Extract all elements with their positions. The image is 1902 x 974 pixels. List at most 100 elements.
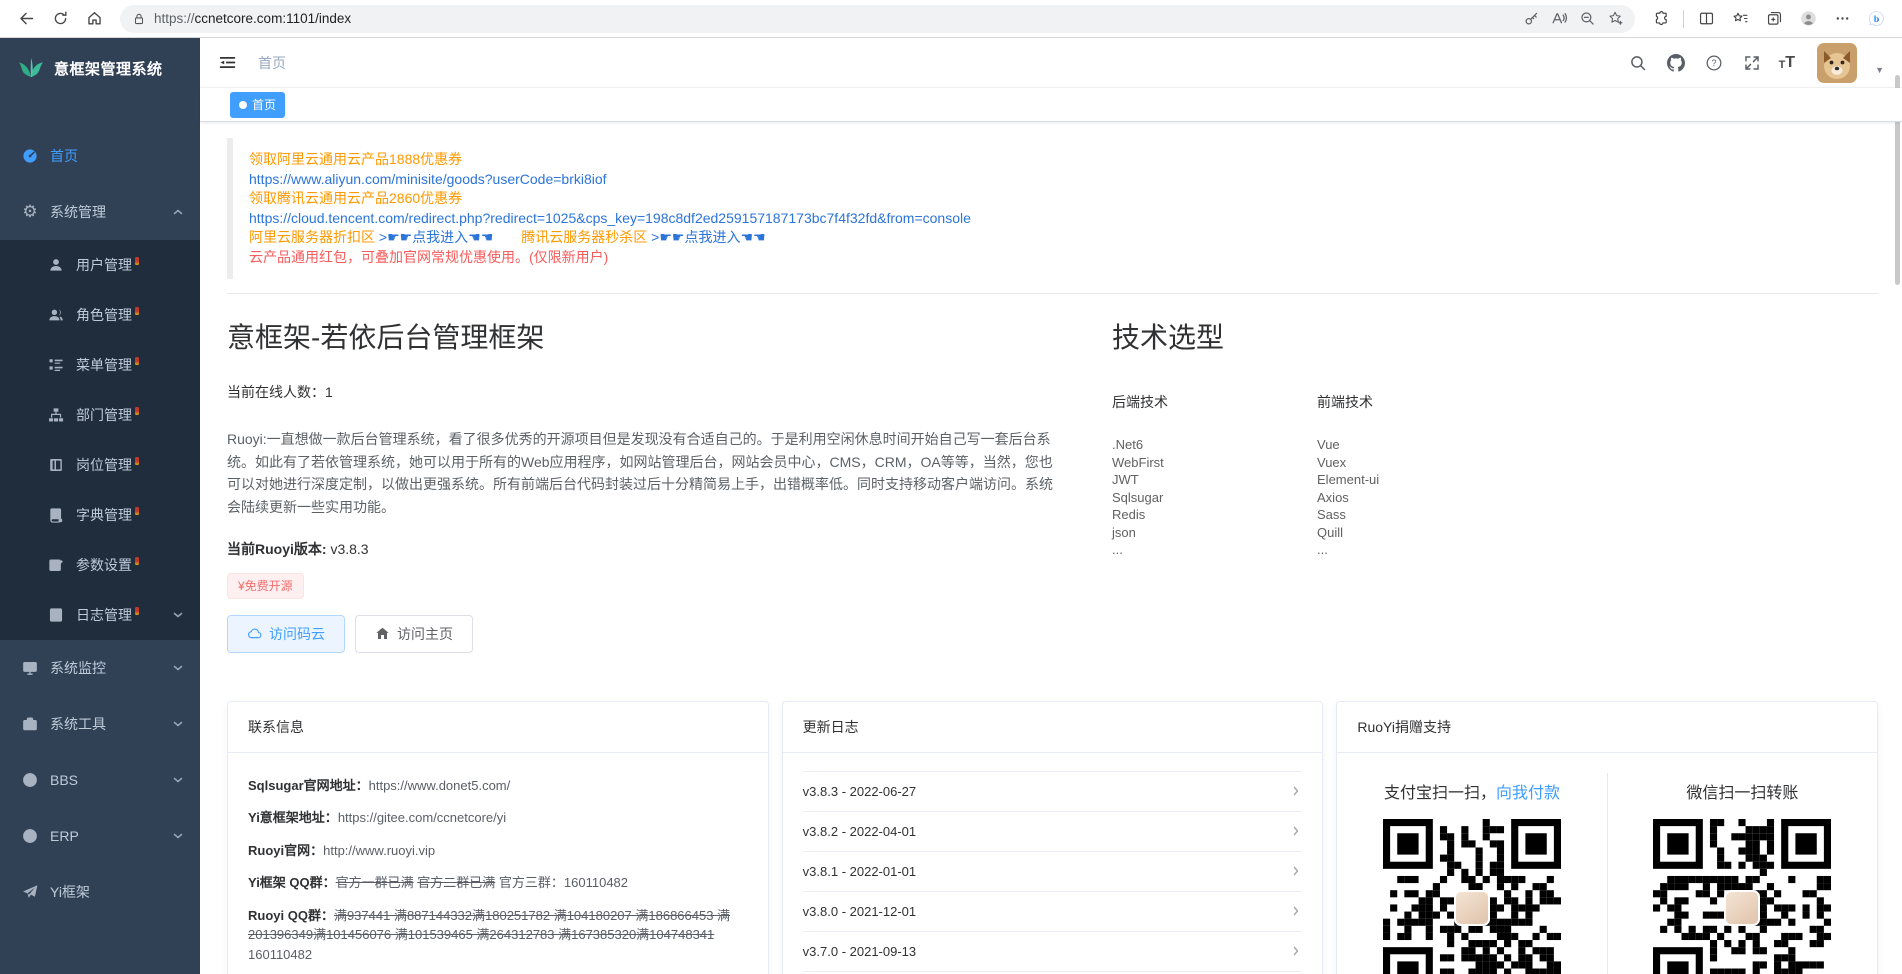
page-title: 意框架-若依后台管理框架 xyxy=(227,316,1054,356)
sidebar-menu: 首页⚙系统管理用户管理角色管理菜单管理部门管理岗位管理字典管理参数设置日志管理系… xyxy=(0,98,200,920)
donation-card-title: RuoYi捐赠支持 xyxy=(1337,702,1877,753)
tab-home[interactable]: 首页 xyxy=(230,92,285,118)
sidebar-item-erp[interactable]: ERP xyxy=(0,808,200,864)
cloud-icon xyxy=(247,626,262,641)
sidebar-item-param-settings[interactable]: 参数设置 xyxy=(0,540,200,590)
chevron-up-icon xyxy=(172,206,184,218)
fullscreen-icon[interactable] xyxy=(1741,52,1763,74)
notice-line: 阿里云服务器折扣区 >☛☛点我进入☚☚ 腾讯云服务器秒杀区 >☛☛点我进入☚☚ xyxy=(249,228,1862,248)
alipay-donation: 支付宝扫一扫，向我付款 xyxy=(1337,773,1607,974)
collections-icon[interactable] xyxy=(1758,4,1790,34)
dict-icon xyxy=(48,507,64,523)
search-icon[interactable] xyxy=(1627,52,1649,74)
hot-badge-icon xyxy=(135,607,139,615)
submenu-system-management: 用户管理角色管理菜单管理部门管理岗位管理字典管理参数设置日志管理 xyxy=(0,240,200,640)
hot-badge-icon xyxy=(135,457,139,465)
sidebar-item-label: 参数设置 xyxy=(76,555,132,575)
changelog-row[interactable]: v3.7.0 - 2021-09-13 xyxy=(803,932,1303,972)
back-icon[interactable] xyxy=(10,4,42,34)
sidebar-item-menu-management[interactable]: 菜单管理 xyxy=(0,340,200,390)
split-screen-icon[interactable] xyxy=(1690,4,1722,34)
sidebar-item-yi-framework[interactable]: Yi框架 xyxy=(0,864,200,920)
sidebar-item-label: 角色管理 xyxy=(76,305,132,325)
sidebar-item-log-management[interactable]: 日志管理 xyxy=(0,590,200,640)
qr-center-photo xyxy=(1724,890,1760,926)
extensions-icon[interactable] xyxy=(1645,4,1677,34)
changelog-row[interactable]: v3.8.3 - 2022-06-27 xyxy=(803,772,1303,812)
sidebar: 意框架管理系统 首页⚙系统管理用户管理角色管理菜单管理部门管理岗位管理字典管理参… xyxy=(0,38,200,974)
font-size-icon[interactable]: TT xyxy=(1779,55,1796,71)
notice-link[interactable]: https://cloud.tencent.com/redirect.php?r… xyxy=(249,210,971,226)
sidebar-fold-icon[interactable] xyxy=(210,46,244,80)
wechat-qr-code xyxy=(1653,819,1831,974)
paper-plane-icon xyxy=(22,884,38,900)
page-content: 领取阿里云通用云产品1888优惠券https://www.aliyun.com/… xyxy=(200,122,1902,974)
sidebar-item-system-tools[interactable]: 系统工具 xyxy=(0,696,200,752)
github-icon[interactable] xyxy=(1665,52,1687,74)
dashboard-icon xyxy=(22,148,38,164)
sidebar-item-dept-management[interactable]: 部门管理 xyxy=(0,390,200,440)
notice-line: 领取阿里云通用云产品1888优惠券 xyxy=(249,150,1862,170)
more-menu-icon[interactable] xyxy=(1826,4,1858,34)
leaf-logo-icon xyxy=(18,55,44,81)
read-aloud-icon[interactable] xyxy=(1545,7,1573,31)
tech-item: .Net6 xyxy=(1112,436,1317,454)
notice-text: 腾讯云服务器秒杀区 xyxy=(493,229,651,245)
donation-card: RuoYi捐赠支持 支付宝扫一扫，向我付款 微信扫一扫转账 xyxy=(1336,701,1878,974)
question-icon[interactable]: ? xyxy=(1703,52,1725,74)
changelog-row[interactable]: v3.8.0 - 2021-12-01 xyxy=(803,892,1303,932)
version-line: 当前Ruoyi版本: v3.8.3 xyxy=(227,539,1054,559)
key-icon[interactable] xyxy=(1517,7,1545,31)
contact-label: Ruoyi官网： xyxy=(248,843,323,858)
caret-down-icon[interactable]: ▼ xyxy=(1875,65,1884,75)
changelog-version: v3.7.0 - 2021-09-13 xyxy=(803,944,916,959)
sidebar-item-role-management[interactable]: 角色管理 xyxy=(0,290,200,340)
profile-icon[interactable] xyxy=(1792,4,1824,34)
user-avatar[interactable] xyxy=(1817,43,1857,83)
online-count: 当前在线人数：1 xyxy=(227,382,1054,402)
favorites-icon[interactable] xyxy=(1724,4,1756,34)
sidebar-item-system-management[interactable]: ⚙系统管理 xyxy=(0,184,200,240)
sidebar-item-bbs[interactable]: BBS xyxy=(0,752,200,808)
tech-item: Redis xyxy=(1112,506,1317,524)
pay-me-link[interactable]: 向我付款 xyxy=(1496,785,1560,802)
hot-badge-icon xyxy=(135,307,139,315)
changelog-row[interactable]: v3.8.1 - 2022-01-01 xyxy=(803,852,1303,892)
sidebar-item-label: 菜单管理 xyxy=(76,355,132,375)
contact-label: Ruoyi QQ群： xyxy=(248,908,334,923)
zoom-out-icon[interactable] xyxy=(1573,7,1601,31)
url-text[interactable]: https://ccnetcore.com:1101/index xyxy=(154,11,1517,26)
changelog-card: 更新日志 v3.8.3 - 2022-06-27v3.8.2 - 2022-04… xyxy=(782,701,1324,974)
home-icon[interactable] xyxy=(78,4,110,34)
copilot-icon[interactable]: b xyxy=(1860,4,1892,34)
notice-link[interactable]: >☛☛点我进入☚☚ xyxy=(379,229,493,245)
tech-item: Element-ui xyxy=(1317,471,1522,489)
sidebar-item-home[interactable]: 首页 xyxy=(0,128,200,184)
lock-icon[interactable] xyxy=(132,11,146,27)
contact-value: 官方三群：160110482 xyxy=(495,875,628,890)
log-icon xyxy=(48,607,64,623)
alipay-qr-code xyxy=(1383,819,1561,974)
tech-title: 技术选型 xyxy=(1112,316,1878,356)
contact-label: Yi意框架地址： xyxy=(248,810,338,825)
refresh-icon[interactable] xyxy=(44,4,76,34)
breadcrumb[interactable]: 首页 xyxy=(258,53,286,73)
sidebar-item-dict-management[interactable]: 字典管理 xyxy=(0,490,200,540)
browser-toolbar: https://ccnetcore.com:1101/index b xyxy=(0,0,1902,38)
notice-line: 云产品通用红包，可叠加官网常规优惠使用。(仅限新用户) xyxy=(249,248,1862,268)
sidebar-item-user-management[interactable]: 用户管理 xyxy=(0,240,200,290)
notice-link[interactable]: >☛☛点我进入☚☚ xyxy=(651,229,765,245)
hot-badge-icon xyxy=(135,407,139,415)
changelog-row[interactable]: v3.8.2 - 2022-04-01 xyxy=(803,812,1303,852)
address-bar[interactable]: https://ccnetcore.com:1101/index xyxy=(120,5,1635,33)
visit-homepage-button[interactable]: 访问主页 xyxy=(355,615,473,653)
visit-gitee-button[interactable]: 访问码云 xyxy=(227,615,345,653)
sidebar-item-system-monitor[interactable]: 系统监控 xyxy=(0,640,200,696)
favorite-star-add-icon[interactable] xyxy=(1601,7,1629,31)
app-window: 意框架管理系统 首页⚙系统管理用户管理角色管理菜单管理部门管理岗位管理字典管理参… xyxy=(0,38,1902,974)
backend-tech-column: 后端技术 .Net6WebFirstJWTSqlsugarRedisjson..… xyxy=(1112,382,1317,559)
sidebar-item-label: 岗位管理 xyxy=(76,455,132,475)
app-logo[interactable]: 意框架管理系统 xyxy=(0,38,200,98)
notice-link[interactable]: https://www.aliyun.com/minisite/goods?us… xyxy=(249,171,607,187)
sidebar-item-post-management[interactable]: 岗位管理 xyxy=(0,440,200,490)
